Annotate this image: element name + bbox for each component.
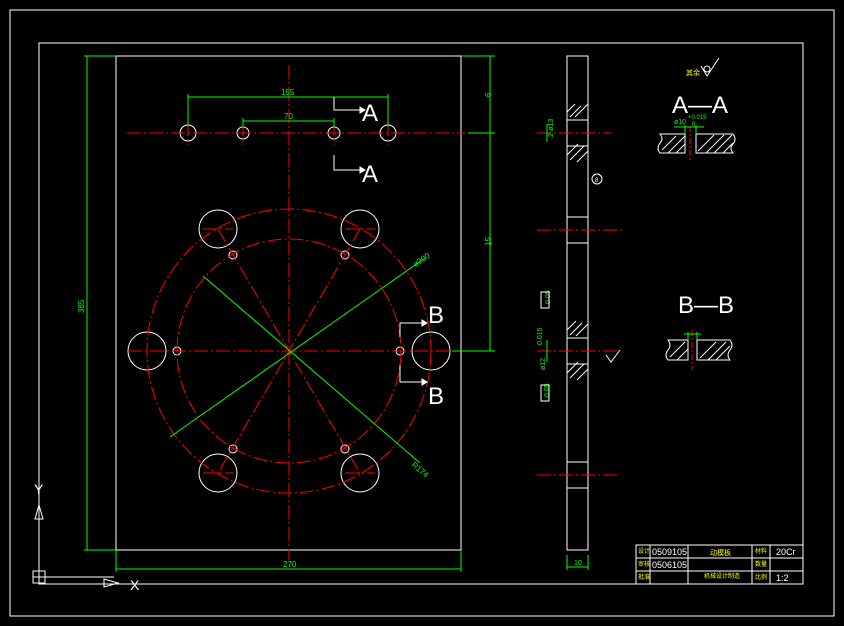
section-a-upper: A [362,100,378,127]
bb-section-title: B—B [678,292,734,319]
tb-row3-label: 批准 [638,575,651,581]
tb-row1-name: 0509105 [652,547,688,557]
dim-bolt-circle: ø200 [411,251,432,269]
ucs-y-label: Y [34,481,44,497]
tb-material-label: 材料 [755,549,768,555]
dim-outer-span: 155 [281,88,295,97]
section-arrows [333,97,428,386]
roughness-symbol [700,57,720,77]
side-circle-label: 8 [595,178,599,184]
tb-school: 机械设计制造 [704,574,741,580]
dim-top-offset: 6 [484,92,493,97]
side-tol-mid: 0.015 [537,327,544,345]
bb-section-view [665,339,733,361]
aa-section-view [657,133,736,154]
tb-row2-name: 0506105 [652,560,688,570]
tb-row1-label: 设计 [638,549,651,555]
roughness-mark-mid [605,349,621,363]
tb-row2-label: 审核 [638,562,651,568]
section-letters: A A B B [362,100,444,410]
side-view [566,55,603,551]
tb-scale: 1:2 [776,573,789,583]
dim-height: 385 [77,299,86,313]
section-b-upper: B [428,302,444,329]
dim-width: 270 [283,560,297,569]
side-hatch [566,103,589,381]
cad-drawing-canvas: 155 70 385 270 6 15 ø200 R174 A A B B 2-… [9,9,835,617]
ucs-x-label: X [130,577,140,593]
aa-dimension [674,125,704,134]
aa-tol-text: +0.015 [688,115,707,121]
ucs-icon [32,502,120,588]
dim-side-offset: 15 [484,237,493,246]
section-a-lower: A [362,161,378,188]
dim-inner-span: 70 [284,112,293,121]
side-outline [566,55,589,551]
tb-scale-label: 比例 [755,575,768,581]
roughness-note: 其余 [686,68,700,77]
dim-pitch-circle: R174 [410,460,431,480]
side-note-bottom: 10 [574,560,582,567]
side-hole-note-top: 2-ø13 [548,119,555,137]
center-lines [127,65,465,560]
tb-material: 20Cr [776,547,796,557]
side-hole-note-mid: ø12 [540,358,547,370]
section-b-lower: B [428,383,444,410]
aa-dim-text: ø10 [674,119,686,126]
side-texts: 2-ø13 ø12 0.015 0.05 0.05 10 8 [537,119,599,567]
side-small-boxes [540,291,550,402]
tb-qty-label: 数量 [755,562,768,568]
tb-part-name: 动模板 [710,550,731,557]
